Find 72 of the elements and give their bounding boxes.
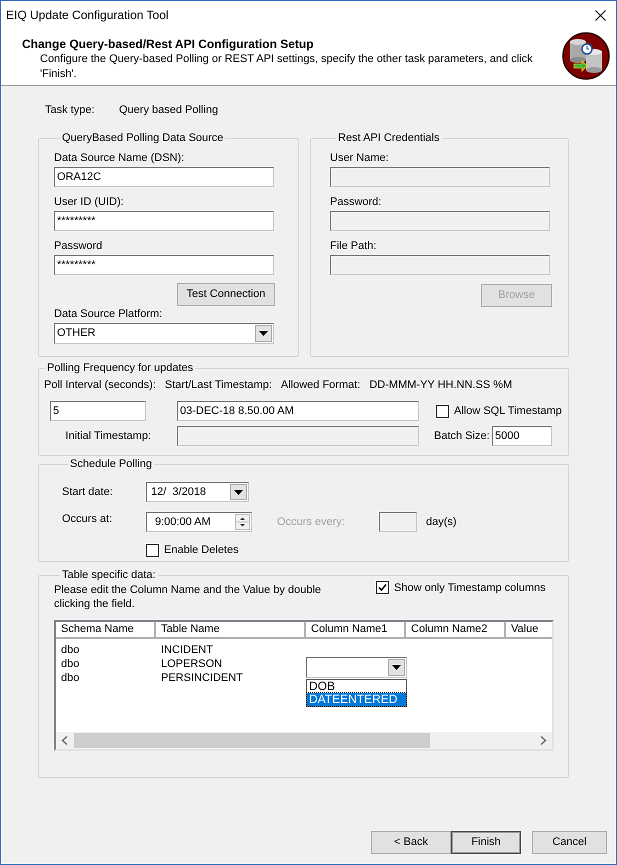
column-header[interactable]: Value bbox=[506, 622, 552, 639]
field-label: Allowed Format: bbox=[280, 378, 360, 392]
column-header[interactable]: Column Name2 bbox=[406, 622, 506, 639]
checkbox[interactable] bbox=[146, 544, 159, 556]
days-field[interactable] bbox=[379, 512, 417, 532]
field-label: Batch Size: bbox=[434, 429, 490, 443]
column-header[interactable]: Schema Name bbox=[56, 622, 156, 639]
checkbox[interactable] bbox=[376, 581, 389, 594]
field-label: Start/Last Timestamp: bbox=[164, 378, 272, 392]
platform-dropdown[interactable]: OTHER bbox=[54, 323, 274, 344]
field-label: Data Source Name (DSN): bbox=[54, 151, 186, 165]
field-label: Password: bbox=[330, 195, 382, 209]
group-title: QueryBased Polling Data Source bbox=[61, 131, 224, 145]
format-value: DD-MMM-YY HH.NN.SS %M bbox=[369, 378, 512, 392]
text-field[interactable]: ORA12C bbox=[54, 167, 274, 187]
text-field[interactable]: 03-DEC-18 8.50.00 AM bbox=[177, 401, 419, 421]
table-cell-text: INCIDENT bbox=[160, 643, 214, 657]
field-label: Poll Interval (seconds): bbox=[44, 378, 156, 392]
date-picker[interactable]: 12/ 3/2018 bbox=[146, 482, 249, 502]
spinner-arrows-icon[interactable] bbox=[235, 514, 250, 530]
field-label: Allow SQL Timestamp bbox=[454, 404, 562, 418]
group-title: Table specific data: bbox=[61, 568, 157, 582]
scroll-left-icon[interactable] bbox=[61, 736, 68, 745]
field-label: Show only Timestamp columns bbox=[394, 581, 546, 595]
field-label: Task type: bbox=[45, 103, 96, 117]
field-label: Start date: bbox=[62, 485, 114, 499]
caret-icon bbox=[392, 665, 401, 670]
field-label: File Path: bbox=[330, 239, 378, 253]
table-cell-text: dbo bbox=[60, 671, 80, 685]
group-title: Rest API Credentials bbox=[337, 131, 440, 145]
caret-icon bbox=[234, 490, 243, 494]
table-cell-text: PERSINCIDENT bbox=[160, 671, 244, 685]
dialog-button[interactable]: Finish bbox=[451, 831, 521, 854]
window-title: EIQ Update Configuration Tool bbox=[6, 7, 169, 24]
table-cell-text: LOPERSON bbox=[160, 657, 224, 671]
field-label: Enable Deletes bbox=[164, 543, 239, 557]
table-cell-text: dbo bbox=[60, 643, 80, 657]
dropdown-option[interactable]: DOB bbox=[307, 680, 406, 693]
dialog-button[interactable]: Cancel bbox=[532, 831, 607, 854]
field-label: Password bbox=[54, 239, 104, 253]
instructions-text: Please edit the Column Name and the Value by double clicking the field. bbox=[54, 583, 322, 611]
column-dropdown[interactable] bbox=[306, 657, 407, 678]
close-icon[interactable] bbox=[595, 10, 606, 20]
group-title: Schedule Polling bbox=[69, 457, 153, 471]
time-picker[interactable]: 9:00:00 AM bbox=[146, 512, 252, 532]
column-header[interactable]: Column Name1 bbox=[306, 622, 406, 639]
checkbox[interactable] bbox=[436, 404, 449, 418]
field-label: User ID (UID): bbox=[54, 195, 125, 209]
horizontal-scrollbar[interactable] bbox=[56, 732, 552, 749]
page-description: Configure the Query-based Polling or REST API settings, specify the other task parameters, and click 'Finish'. bbox=[39, 52, 534, 82]
column-header[interactable]: Table Name bbox=[156, 622, 306, 639]
dropdown-option[interactable]: DATEENTERED bbox=[307, 693, 406, 706]
group-title: Polling Frequency for updates bbox=[46, 361, 194, 375]
field-label: Occurs at: bbox=[62, 512, 114, 526]
database-sync-icon bbox=[562, 32, 610, 80]
page-title: Change Query-based/Rest API Configuration Setup bbox=[21, 37, 315, 51]
field-label: Occurs every: bbox=[277, 514, 346, 530]
field-label: Initial Timestamp: bbox=[64, 429, 152, 443]
scroll-right-icon[interactable] bbox=[540, 736, 547, 745]
caret-icon bbox=[259, 331, 268, 336]
field-label: day(s) bbox=[426, 515, 457, 529]
text-field[interactable]: ********* bbox=[54, 255, 274, 275]
text-field[interactable]: 5000 bbox=[492, 426, 552, 446]
table-cell-text: dbo bbox=[60, 657, 80, 671]
field-label: Data Source Platform: bbox=[54, 307, 164, 321]
text-field[interactable]: 5 bbox=[50, 401, 146, 421]
task-type-value: Query based Polling bbox=[119, 103, 218, 117]
scrollbar-thumb[interactable] bbox=[74, 733, 430, 748]
dialog-button[interactable]: < Back bbox=[371, 831, 451, 854]
field-label: User Name: bbox=[330, 151, 390, 165]
test-connection-button[interactable]: Test Connection bbox=[177, 283, 275, 306]
text-field[interactable]: ********* bbox=[54, 211, 274, 231]
